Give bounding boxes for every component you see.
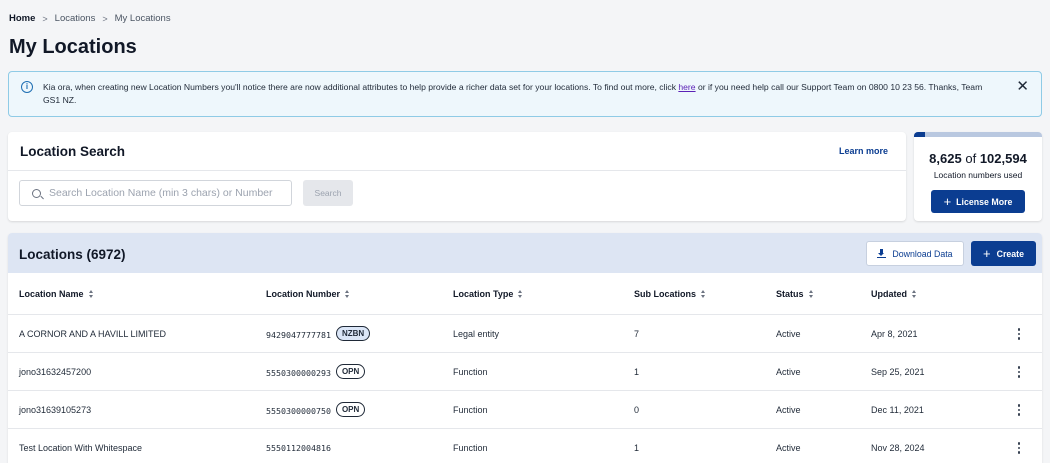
license-more-button[interactable]: + License More xyxy=(931,190,1025,213)
search-input[interactable]: Search Location Name (min 3 chars) or Nu… xyxy=(19,180,292,206)
cell-location-type: Function xyxy=(453,405,488,415)
usage-of: of xyxy=(965,151,977,166)
location-number: 5550300000293 xyxy=(266,368,331,378)
search-button[interactable]: Search xyxy=(303,180,353,206)
more-options-icon[interactable] xyxy=(1017,366,1020,378)
cell-sub-locations: 1 xyxy=(634,443,640,453)
download-icon xyxy=(877,249,887,258)
column-header-status[interactable]: Status xyxy=(776,289,813,299)
location-number: 9429047777781 xyxy=(266,330,331,340)
cell-status: Active xyxy=(776,329,801,339)
usage-progress-bar xyxy=(914,132,1042,137)
sort-icon xyxy=(345,290,350,298)
plus-icon: + xyxy=(943,193,952,209)
opn-badge: OPN xyxy=(335,364,366,379)
alert-here-link[interactable]: here xyxy=(678,82,695,92)
sort-icon xyxy=(701,290,706,298)
locations-title: Locations (6972) xyxy=(19,247,126,262)
cell-updated: Sep 25, 2021 xyxy=(871,367,925,377)
locations-header: Locations (6972) Download Data + Create xyxy=(8,233,1042,273)
column-header-location-number[interactable]: Location Number xyxy=(266,289,350,299)
cell-updated: Dec 11, 2021 xyxy=(871,405,924,415)
table-row[interactable]: A CORNOR AND A HAVILL LIMITED 9429047777… xyxy=(8,315,1042,353)
locations-panel: Locations (6972) Download Data + Create … xyxy=(8,233,1042,463)
cell-location-type: Function xyxy=(453,367,488,377)
divider xyxy=(8,170,906,171)
cell-status: Active xyxy=(776,367,801,377)
table-header: Location Name Location Number Location T… xyxy=(8,273,1042,315)
breadcrumb: Home > Locations > My Locations xyxy=(9,13,171,24)
cell-sub-locations: 0 xyxy=(634,405,640,415)
column-label: Status xyxy=(776,289,804,299)
create-button[interactable]: + Create xyxy=(971,241,1036,266)
cell-location-number: 5550300000750 OPN xyxy=(266,402,366,417)
cell-location-name: jono31639105273 xyxy=(19,405,92,415)
column-header-updated[interactable]: Updated xyxy=(871,289,916,299)
cell-location-type: Legal entity xyxy=(453,329,500,339)
cell-updated: Apr 8, 2021 xyxy=(871,329,918,339)
close-icon[interactable]: ✕ xyxy=(1016,79,1029,94)
license-more-label: License More xyxy=(956,196,1013,207)
more-options-icon[interactable] xyxy=(1017,328,1020,340)
column-label: Location Number xyxy=(266,289,341,299)
table-row[interactable]: Test Location With Whitespace 5550112004… xyxy=(8,429,1042,463)
usage-used: 8,625 xyxy=(929,151,962,166)
column-header-sub-locations[interactable]: Sub Locations xyxy=(634,289,706,299)
cell-location-number: 9429047777781 NZBN xyxy=(266,326,371,341)
usage-total: 102,594 xyxy=(979,151,1027,166)
table-row[interactable]: jono31632457200 5550300000293 OPN Functio… xyxy=(8,353,1042,391)
column-header-location-type[interactable]: Location Type xyxy=(453,289,523,299)
location-number: 5550112004816 xyxy=(266,443,331,453)
sort-icon xyxy=(88,290,93,298)
cell-location-number: 5550300000293 OPN xyxy=(266,364,366,379)
more-options-icon[interactable] xyxy=(1017,442,1020,454)
breadcrumb-locations[interactable]: Locations xyxy=(55,13,96,24)
opn-badge: OPN xyxy=(335,402,366,417)
cell-location-number: 5550112004816 xyxy=(266,443,331,453)
column-label: Sub Locations xyxy=(634,289,697,299)
breadcrumb-home[interactable]: Home xyxy=(9,13,35,24)
info-icon: i xyxy=(21,81,33,93)
download-data-button[interactable]: Download Data xyxy=(866,241,964,266)
column-label: Location Name xyxy=(19,289,84,299)
plus-icon: + xyxy=(983,245,991,261)
cell-status: Active xyxy=(776,405,801,415)
location-number: 5550300000750 xyxy=(266,406,331,416)
cell-updated: Nov 28, 2024 xyxy=(871,443,925,453)
cell-sub-locations: 7 xyxy=(634,329,640,339)
sort-icon xyxy=(912,290,916,298)
table-row[interactable]: jono31639105273 5550300000750 OPN Functio… xyxy=(8,391,1042,429)
learn-more-link[interactable]: Learn more xyxy=(839,146,888,156)
search-icon xyxy=(32,188,41,198)
alert-text-before: Kia ora, when creating new Location Numb… xyxy=(43,82,679,92)
breadcrumb-separator: > xyxy=(42,13,48,24)
cell-status: Active xyxy=(776,443,801,453)
column-label: Location Type xyxy=(453,289,514,299)
location-search-title: Location Search xyxy=(20,144,126,159)
sort-icon xyxy=(808,290,813,298)
more-options-icon[interactable] xyxy=(1017,404,1020,416)
page-title: My Locations xyxy=(9,36,137,58)
download-data-label: Download Data xyxy=(892,248,953,259)
breadcrumb-separator: > xyxy=(102,13,108,24)
info-alert: i Kia ora, when creating new Location Nu… xyxy=(8,71,1042,117)
cell-sub-locations: 1 xyxy=(634,367,640,377)
search-placeholder: Search Location Name (min 3 chars) or Nu… xyxy=(49,187,273,199)
cell-location-type: Function xyxy=(453,443,488,453)
usage-progress-fill xyxy=(914,132,925,137)
cell-location-name: jono31632457200 xyxy=(19,367,92,377)
usage-count: 8,625 of 102,594 xyxy=(914,151,1042,166)
column-header-location-name[interactable]: Location Name xyxy=(19,289,93,299)
nzbn-badge: NZBN xyxy=(335,326,371,341)
sort-icon xyxy=(518,290,523,298)
cell-location-name: A CORNOR AND A HAVILL LIMITED xyxy=(19,329,167,339)
cell-location-name: Test Location With Whitespace xyxy=(19,443,143,453)
license-usage-card: 8,625 of 102,594 Location numbers used +… xyxy=(914,132,1042,221)
location-search-card: Location Search Learn more Search Locati… xyxy=(8,132,906,221)
breadcrumb-current: My Locations xyxy=(114,13,171,24)
usage-label: Location numbers used xyxy=(933,170,1023,180)
column-label: Updated xyxy=(871,289,907,299)
create-label: Create xyxy=(996,248,1024,259)
